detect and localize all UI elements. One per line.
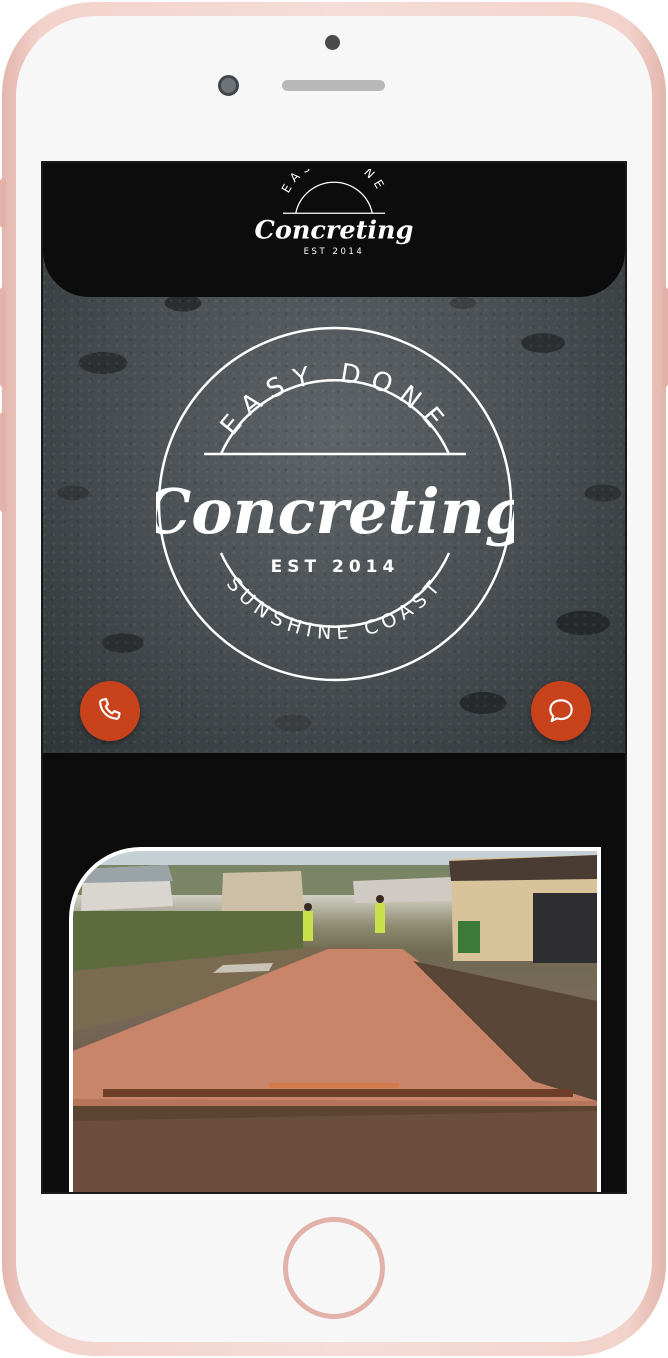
home-button[interactable]	[283, 1217, 385, 1319]
volume-up-button	[0, 287, 6, 387]
phone-screen: EASY DONE Concreting EST 2014 SUNSHINE C…	[41, 161, 627, 1194]
badge-est: EST 2014	[271, 557, 400, 577]
site-header: EASY DONE Concreting EST 2014	[43, 163, 625, 297]
driveway-photo-illustration	[73, 851, 597, 1192]
header-logo-est: EST 2014	[304, 247, 365, 257]
chat-button[interactable]	[531, 681, 591, 741]
project-photo-frame	[69, 847, 601, 1192]
header-logo-name: Concreting	[255, 216, 414, 246]
volume-down-button	[0, 412, 6, 512]
badge-top-text: EASY DONE	[215, 359, 456, 442]
driveway-project-photo	[73, 851, 597, 1192]
power-button	[662, 287, 668, 387]
badge-bottom-text: SUNSHINE COAST	[222, 573, 448, 644]
call-button[interactable]	[80, 681, 140, 741]
phone-icon	[99, 697, 121, 720]
front-camera	[325, 35, 340, 50]
chat-bubble-icon	[549, 699, 573, 723]
header-logo[interactable]: EASY DONE Concreting EST 2014	[249, 169, 419, 271]
badge-name: Concreting	[156, 475, 514, 548]
hero-badge-logo: EASY DONE Concreting EST 2014 SUNSHINE C…	[156, 326, 514, 682]
mute-switch	[0, 178, 6, 228]
earpiece-speaker	[282, 80, 385, 91]
proximity-sensor	[218, 75, 239, 96]
